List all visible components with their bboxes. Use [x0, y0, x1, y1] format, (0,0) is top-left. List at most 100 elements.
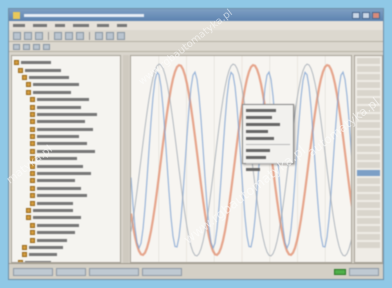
tree-item-label	[33, 90, 71, 94]
main-toolbar	[9, 30, 383, 42]
tree-item[interactable]	[14, 244, 118, 251]
context-menu-item[interactable]	[246, 154, 290, 161]
menu-item[interactable]	[55, 24, 65, 27]
property-row[interactable]	[357, 154, 380, 160]
context-menu-item[interactable]	[246, 121, 290, 128]
folder-icon	[30, 119, 35, 125]
tree-item-label	[33, 209, 73, 212]
folder-icon	[30, 141, 35, 147]
tree-item[interactable]	[14, 177, 118, 184]
tree-item[interactable]	[14, 185, 118, 192]
tree-item[interactable]	[14, 133, 118, 140]
property-row[interactable]	[357, 162, 380, 168]
menu-item[interactable]	[97, 24, 109, 27]
project-tree[interactable]	[11, 55, 121, 263]
context-menu-item[interactable]	[246, 128, 290, 135]
tree-item[interactable]	[14, 103, 118, 110]
property-row[interactable]	[357, 226, 380, 232]
tree-item-label	[37, 186, 81, 190]
tree-item[interactable]	[14, 118, 118, 125]
tree-item[interactable]	[14, 229, 118, 236]
menu-item[interactable]	[73, 24, 89, 27]
property-row[interactable]	[357, 106, 380, 112]
context-menu-item[interactable]	[246, 166, 290, 173]
tree-item[interactable]	[14, 74, 118, 81]
tree-item[interactable]	[14, 81, 118, 88]
status-field	[13, 267, 53, 276]
property-row[interactable]	[357, 234, 380, 240]
save-icon[interactable]	[24, 31, 32, 40]
close-button[interactable]	[372, 11, 380, 19]
property-row[interactable]	[357, 98, 380, 104]
property-row[interactable]	[357, 202, 380, 208]
property-row[interactable]	[357, 122, 380, 128]
signal-plot[interactable]	[130, 55, 352, 263]
tree-item[interactable]	[14, 111, 118, 118]
tree-item[interactable]	[14, 192, 118, 199]
context-menu-item[interactable]	[246, 114, 290, 121]
chart-icon[interactable]	[106, 31, 114, 40]
tree-item[interactable]	[14, 89, 118, 96]
tree-item[interactable]	[14, 140, 118, 147]
property-row[interactable]	[357, 194, 380, 200]
property-row[interactable]	[357, 242, 380, 248]
property-row[interactable]	[357, 210, 380, 216]
tree-item-label	[37, 98, 89, 102]
tree-item-label	[37, 149, 95, 153]
paste-icon[interactable]	[76, 31, 84, 40]
property-row[interactable]	[357, 114, 380, 120]
property-row[interactable]	[357, 82, 380, 88]
property-row[interactable]	[357, 90, 380, 96]
tree-item[interactable]	[14, 66, 118, 73]
menu-item[interactable]	[117, 24, 127, 27]
tree-item[interactable]	[14, 236, 118, 243]
tree-item-label	[37, 231, 75, 235]
toolbar-button[interactable]	[43, 43, 50, 50]
context-menu-item[interactable]	[246, 135, 290, 142]
context-menu-item[interactable]	[246, 107, 290, 114]
menu-item[interactable]	[13, 24, 25, 27]
tree-item[interactable]	[14, 214, 118, 221]
minimize-button[interactable]	[352, 11, 360, 19]
toolbar-button[interactable]	[13, 43, 20, 50]
tree-item[interactable]	[14, 148, 118, 155]
property-row[interactable]	[357, 170, 380, 176]
property-row[interactable]	[357, 186, 380, 192]
folder-icon	[30, 97, 35, 103]
status-field	[56, 267, 86, 276]
tree-item[interactable]	[14, 199, 118, 206]
tree-item[interactable]	[14, 251, 118, 258]
tree-item[interactable]	[14, 207, 118, 214]
property-row[interactable]	[357, 66, 380, 72]
tree-item-label	[37, 201, 73, 205]
toolbar-button[interactable]	[33, 43, 40, 50]
maximize-button[interactable]	[362, 11, 370, 19]
status-field	[349, 267, 379, 276]
property-row[interactable]	[357, 178, 380, 184]
tree-item[interactable]	[14, 162, 118, 169]
property-row[interactable]	[357, 218, 380, 224]
context-menu-label	[246, 168, 260, 171]
open-icon[interactable]	[13, 31, 21, 40]
toolbar-button[interactable]	[23, 43, 30, 50]
property-row[interactable]	[357, 58, 380, 64]
property-row[interactable]	[357, 138, 380, 144]
zoom-icon[interactable]	[95, 31, 103, 40]
context-menu-item[interactable]	[246, 147, 290, 154]
property-row[interactable]	[357, 130, 380, 136]
settings-icon[interactable]	[117, 31, 125, 40]
tree-item[interactable]	[14, 170, 118, 177]
tree-item[interactable]	[14, 59, 118, 66]
tree-item[interactable]	[14, 96, 118, 103]
menu-item[interactable]	[33, 24, 47, 27]
cut-icon[interactable]	[54, 31, 62, 40]
status-ok-icon	[334, 268, 346, 275]
print-icon[interactable]	[35, 31, 43, 40]
tree-item[interactable]	[14, 126, 118, 133]
property-row[interactable]	[357, 146, 380, 152]
property-row[interactable]	[357, 74, 380, 80]
pane-splitter[interactable]	[123, 55, 129, 263]
copy-icon[interactable]	[65, 31, 73, 40]
tree-item[interactable]	[14, 155, 118, 162]
tree-item[interactable]	[14, 222, 118, 229]
